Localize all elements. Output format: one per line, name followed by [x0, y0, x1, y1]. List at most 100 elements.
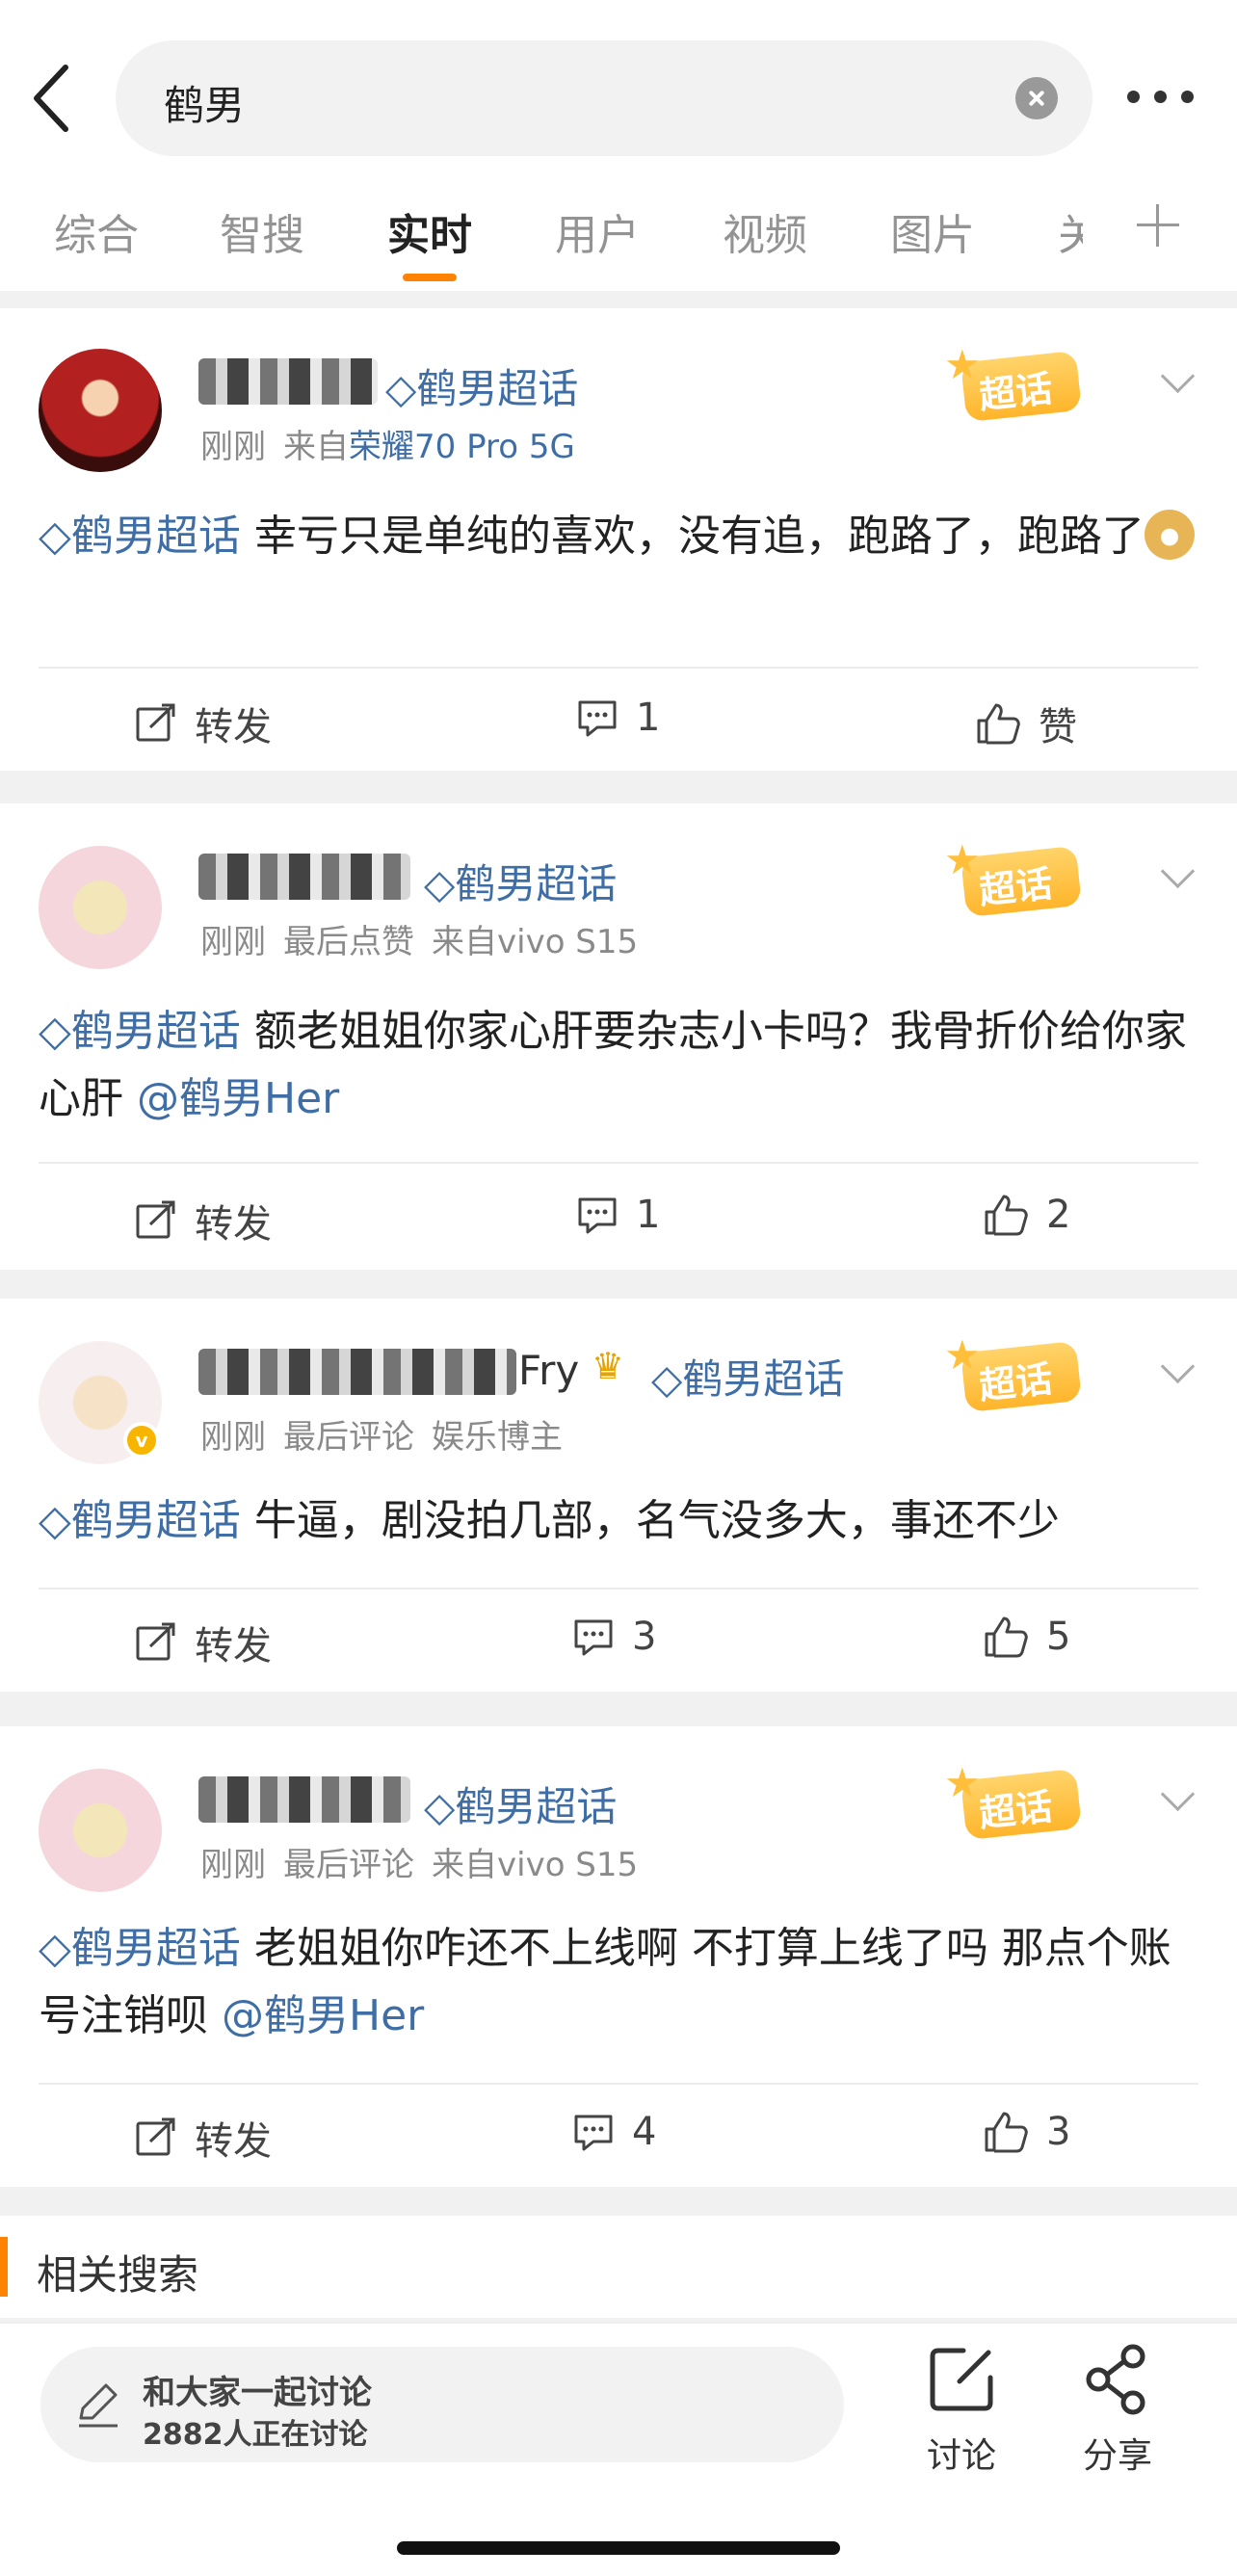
star-icon: ★ — [944, 341, 981, 388]
topic-link[interactable]: ◇鹤男超话 — [39, 1496, 241, 1545]
avatar[interactable] — [39, 846, 162, 969]
topic-link[interactable]: ◇鹤男超话 — [39, 512, 241, 561]
pen-icon — [79, 2383, 118, 2428]
username-topic-tag[interactable]: ◇鹤男超话 — [424, 852, 617, 910]
discussion-input[interactable]: 和大家一起讨论 2882人正在讨论 — [40, 2347, 844, 2462]
tab-videos[interactable]: 视频 — [723, 200, 807, 262]
share-button[interactable]: 分享 — [1060, 2343, 1175, 2476]
compose-icon — [930, 2348, 993, 2411]
post-card[interactable]: ◇鹤男超话 刚刚 来自荣耀70 Pro 5G 超话 ★ ◇鹤男超话 幸亏只是单纯的喜… — [0, 308, 1237, 771]
post-card[interactable]: v Fry ♛ ◇鹤男超话 刚刚 最后评论 娱乐博主 超话 ★ ◇鹤男超话 牛逼，剧没… — [0, 1299, 1237, 1692]
post-card[interactable]: ◇鹤男超话 刚刚 最后点赞 来自vivo S15 超话 ★ ◇鹤男超话 额老姐姐你家心… — [0, 803, 1237, 1270]
verified-badge-icon: v — [123, 1422, 160, 1459]
repost-icon — [136, 2117, 175, 2156]
thumbs-up-icon — [985, 2112, 1028, 2153]
thumbs-up-icon — [977, 703, 1020, 745]
divider — [39, 667, 1198, 669]
repost-button[interactable]: 转发 — [135, 1193, 272, 1249]
thumbs-up-icon — [985, 1617, 1028, 1658]
share-icon — [1086, 2344, 1145, 2415]
related-search-title: 相关搜索 — [37, 2251, 199, 2299]
repost-icon — [136, 703, 175, 742]
tab-realtime[interactable]: 实时 — [387, 200, 472, 262]
tab-smart-search[interactable]: 智搜 — [220, 200, 304, 262]
username-blurred[interactable] — [198, 854, 410, 900]
divider — [39, 2083, 1198, 2085]
tab-comprehensive[interactable]: 综合 — [54, 200, 139, 262]
post-meta: 刚刚 来自荣耀70 Pro 5G — [200, 428, 575, 466]
comment-icon — [578, 1197, 617, 1234]
comment-button[interactable]: 1 — [576, 1193, 660, 1237]
username-blurred[interactable] — [198, 1349, 516, 1395]
post-meta: 刚刚 最后点赞 来自vivo S15 — [200, 923, 639, 961]
star-icon: ★ — [944, 836, 981, 883]
divider — [39, 1588, 1198, 1590]
username-topic-tag[interactable]: ◇鹤男超话 — [424, 1774, 617, 1833]
star-icon: ★ — [944, 1759, 981, 1806]
bottom-bar: 和大家一起讨论 2882人正在讨论 讨论 分享 — [0, 2322, 1237, 2576]
tab-users[interactable]: 用户 — [555, 200, 640, 262]
discuss-button[interactable]: 讨论 — [904, 2343, 1019, 2476]
like-button[interactable]: 3 — [983, 2110, 1070, 2154]
doge-emoji-icon — [1144, 510, 1195, 560]
add-tab-icon[interactable] — [1137, 204, 1179, 247]
search-query[interactable]: 鹤男 — [164, 73, 245, 132]
repost-icon — [136, 1200, 175, 1239]
chevron-down-icon[interactable] — [1162, 1353, 1195, 1385]
mention-link[interactable]: @鹤男Her — [222, 1991, 424, 2040]
avatar[interactable] — [39, 349, 162, 472]
super-topic-badge[interactable]: 超话 ★ — [944, 1331, 1089, 1414]
clear-icon[interactable] — [1015, 77, 1058, 119]
comment-button[interactable]: 4 — [572, 2110, 656, 2154]
repost-button[interactable]: 转发 — [135, 1615, 272, 1670]
username-visible-part[interactable]: Fry — [518, 1347, 579, 1394]
divider — [39, 1162, 1198, 1164]
topic-link[interactable]: ◇鹤男超话 — [39, 1007, 241, 1056]
chevron-down-icon[interactable] — [1162, 857, 1195, 890]
repost-button[interactable]: 转发 — [135, 696, 272, 751]
post-text: ◇鹤男超话 老姐姐你咋还不上线啊 不打算上线了吗 那点个账号注销呗 @鹤男Her — [39, 1924, 1171, 2040]
username-blurred[interactable] — [198, 1776, 410, 1823]
topic-link[interactable]: ◇鹤男超话 — [39, 1924, 241, 1973]
username-topic-tag[interactable]: ◇鹤男超话 — [385, 356, 578, 415]
top-bar: 鹤男 — [0, 0, 1237, 166]
super-topic-badge[interactable]: 超话 ★ — [944, 341, 1089, 424]
comment-icon — [574, 2115, 613, 2151]
star-icon: ★ — [944, 1331, 981, 1379]
chevron-down-icon[interactable] — [1162, 1780, 1195, 1813]
section-accent-bar — [0, 2237, 8, 2297]
back-arrow-icon[interactable] — [27, 62, 77, 135]
home-indicator[interactable] — [397, 2541, 840, 2555]
comment-icon — [578, 700, 617, 737]
repost-icon — [136, 1622, 175, 1661]
mention-link[interactable]: @鹤男Her — [137, 1074, 339, 1123]
search-box[interactable]: 鹤男 — [116, 40, 1092, 156]
super-topic-badge[interactable]: 超话 ★ — [944, 1759, 1089, 1842]
chevron-down-icon[interactable] — [1162, 362, 1195, 395]
crown-icon: ♛ — [592, 1345, 625, 1387]
username-topic-tag[interactable]: ◇鹤男超话 — [651, 1347, 844, 1406]
tab-bar: 综合 智搜 实时 用户 视频 图片 关 — [0, 166, 1237, 291]
comment-icon — [574, 1619, 613, 1656]
post-card[interactable]: ◇鹤男超话 刚刚 最后评论 来自vivo S15 超话 ★ ◇鹤男超话 老姐姐你咋还不… — [0, 1726, 1237, 2187]
post-meta: 刚刚 最后评论 来自vivo S15 — [200, 1846, 639, 1884]
like-button[interactable]: 赞 — [975, 696, 1077, 751]
repost-button[interactable]: 转发 — [135, 2110, 272, 2166]
comment-button[interactable]: 3 — [572, 1615, 656, 1659]
more-icon[interactable] — [1127, 91, 1195, 104]
discussion-count: 2882人正在讨论 — [143, 2418, 368, 2452]
post-meta: 刚刚 最后评论 娱乐博主 — [200, 1418, 563, 1457]
thumbs-up-icon — [985, 1195, 1028, 1236]
related-search-section: 相关搜索 — [0, 2216, 1237, 2318]
post-text: ◇鹤男超话 牛逼，剧没拍几部，名气没多大，事还不少 — [39, 1496, 1060, 1545]
post-text: ◇鹤男超话 额老姐姐你家心肝要杂志小卡吗？我骨折价给你家心肝 @鹤男Her — [39, 1007, 1187, 1123]
tab-images[interactable]: 图片 — [890, 200, 975, 262]
tab-more-partial[interactable]: 关 — [1058, 200, 1083, 262]
username-blurred[interactable] — [198, 358, 378, 405]
like-button[interactable]: 2 — [983, 1193, 1070, 1237]
avatar[interactable] — [39, 1769, 162, 1892]
active-tab-indicator — [403, 274, 457, 281]
comment-button[interactable]: 1 — [576, 696, 660, 740]
like-button[interactable]: 5 — [983, 1615, 1070, 1659]
super-topic-badge[interactable]: 超话 ★ — [944, 836, 1089, 919]
